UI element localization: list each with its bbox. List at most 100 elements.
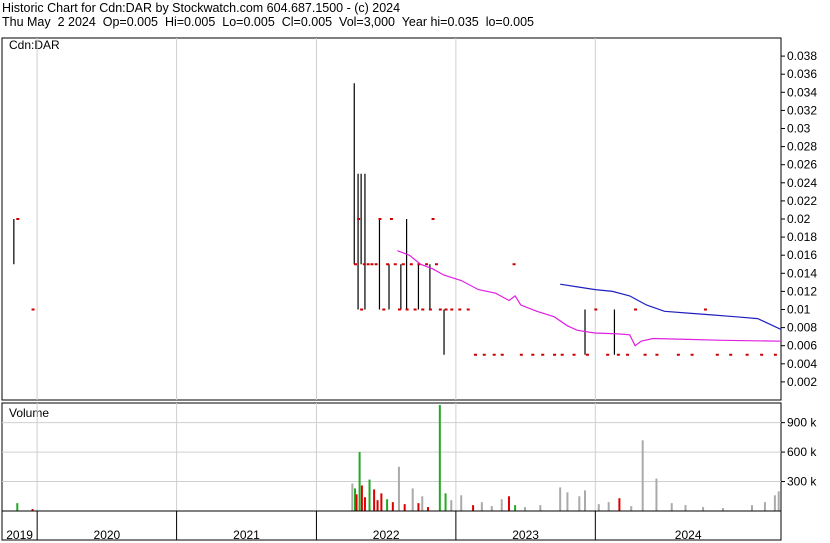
close-marker bbox=[401, 263, 405, 266]
y-tick-label: 0.002 bbox=[787, 375, 817, 389]
volume-bar bbox=[777, 491, 780, 511]
moving-average-long bbox=[560, 283, 782, 330]
close-marker bbox=[431, 218, 435, 220]
close-marker bbox=[690, 353, 694, 356]
close-marker bbox=[606, 353, 610, 356]
volume-bar bbox=[750, 505, 753, 511]
volume-bar bbox=[597, 504, 600, 511]
close-marker bbox=[482, 353, 486, 356]
close-marker bbox=[450, 308, 454, 311]
volume-tick-label: 300 k bbox=[787, 475, 817, 489]
y-tick-label: 0.034 bbox=[787, 85, 817, 99]
year-label: 2023 bbox=[512, 528, 539, 542]
y-tick-label: 0.038 bbox=[787, 49, 817, 63]
close-marker bbox=[409, 263, 413, 266]
volume-bar bbox=[539, 505, 542, 511]
close-marker bbox=[655, 353, 659, 356]
close-marker bbox=[354, 263, 358, 266]
y-tick-label: 0.004 bbox=[787, 357, 817, 371]
volume-bar bbox=[417, 503, 420, 511]
close-marker bbox=[634, 308, 638, 311]
close-marker bbox=[421, 308, 425, 311]
y-tick-label: 0.016 bbox=[787, 248, 817, 262]
close-marker bbox=[715, 353, 719, 356]
close-marker bbox=[492, 353, 496, 356]
volume-bar bbox=[426, 507, 429, 511]
close-marker bbox=[438, 308, 442, 311]
close-marker bbox=[393, 263, 397, 266]
close-marker bbox=[594, 308, 598, 311]
volume-panel-label: Volume bbox=[9, 406, 49, 420]
close-marker bbox=[428, 308, 432, 311]
close-marker bbox=[360, 308, 364, 311]
volume-bar bbox=[16, 503, 19, 511]
close-marker bbox=[444, 308, 448, 311]
volume-bar bbox=[391, 502, 394, 511]
volume-bar bbox=[641, 440, 644, 511]
close-marker bbox=[362, 263, 366, 266]
close-marker bbox=[370, 263, 374, 266]
close-marker bbox=[553, 353, 557, 356]
close-marker bbox=[616, 353, 620, 356]
volume-y-ticks: 300 k 600 k 900 k bbox=[781, 416, 817, 489]
volume-bar bbox=[397, 466, 400, 511]
y-tick-label: 0.026 bbox=[787, 158, 817, 172]
y-tick-label: 0.018 bbox=[787, 230, 817, 244]
volume-bar bbox=[355, 494, 358, 511]
price-grid bbox=[36, 38, 596, 400]
y-tick-label: 0.028 bbox=[787, 140, 817, 154]
moving-average-short bbox=[397, 250, 782, 347]
close-marker bbox=[378, 218, 382, 220]
volume-bar bbox=[763, 502, 766, 511]
volume-bar bbox=[566, 492, 569, 511]
volume-bar bbox=[618, 498, 621, 511]
volume-bar bbox=[363, 497, 366, 511]
close-marker bbox=[389, 218, 393, 220]
volume-tick-label: 600 k bbox=[787, 445, 817, 459]
volume-bar bbox=[351, 483, 354, 511]
y-tick-label: 0.03 bbox=[787, 122, 811, 136]
close-marker bbox=[382, 308, 386, 311]
volume-bar bbox=[386, 499, 389, 511]
year-label: 2021 bbox=[233, 528, 260, 542]
y-tick-label: 0.014 bbox=[787, 266, 817, 280]
close-marker bbox=[572, 353, 576, 356]
price-panel-label: Cdn:DAR bbox=[9, 38, 60, 52]
volume-bar bbox=[500, 499, 503, 511]
close-marker bbox=[405, 308, 409, 311]
volume-bars bbox=[16, 404, 780, 511]
x-axis-years: 2019 2020 2021 2022 2023 2024 bbox=[1, 510, 782, 542]
volume-bar bbox=[380, 493, 383, 511]
volume-bar bbox=[480, 502, 483, 511]
y-tick-label: 0.02 bbox=[787, 212, 811, 226]
close-marker bbox=[357, 218, 361, 220]
volume-bar bbox=[578, 496, 581, 511]
volume-bar bbox=[460, 495, 463, 511]
volume-bar bbox=[403, 504, 406, 511]
volume-bar bbox=[684, 505, 687, 511]
volume-bar bbox=[702, 507, 705, 511]
close-marker bbox=[512, 263, 516, 266]
volume-bar bbox=[655, 478, 658, 511]
y-tick-label: 0.032 bbox=[787, 103, 817, 117]
volume-grid bbox=[2, 403, 781, 511]
volume-bar bbox=[507, 496, 510, 511]
y-tick-label: 0.024 bbox=[787, 176, 817, 190]
volume-panel-frame bbox=[1, 402, 782, 512]
price-y-ticks: 0.002 0.004 0.006 0.008 0.01 0.012 0.014 0.016 0… bbox=[781, 49, 817, 389]
volume-tick-label: 900 k bbox=[787, 416, 817, 430]
volume-bar bbox=[584, 490, 587, 511]
volume-bar bbox=[421, 496, 424, 511]
y-tick-label: 0.012 bbox=[787, 284, 817, 298]
volume-bar bbox=[358, 452, 361, 511]
volume-bar bbox=[607, 502, 610, 511]
volume-bar bbox=[376, 500, 379, 511]
year-label: 2022 bbox=[373, 528, 400, 542]
volume-bar bbox=[514, 505, 517, 511]
close-marker bbox=[397, 308, 401, 311]
price-panel: Cdn:DAR 0.0020.0040.0060.0080.010.0120.0… bbox=[1, 37, 817, 401]
volume-bar bbox=[630, 506, 633, 511]
volume-bar bbox=[773, 495, 776, 511]
year-label: 2024 bbox=[675, 528, 702, 542]
volume-bar bbox=[411, 488, 414, 511]
